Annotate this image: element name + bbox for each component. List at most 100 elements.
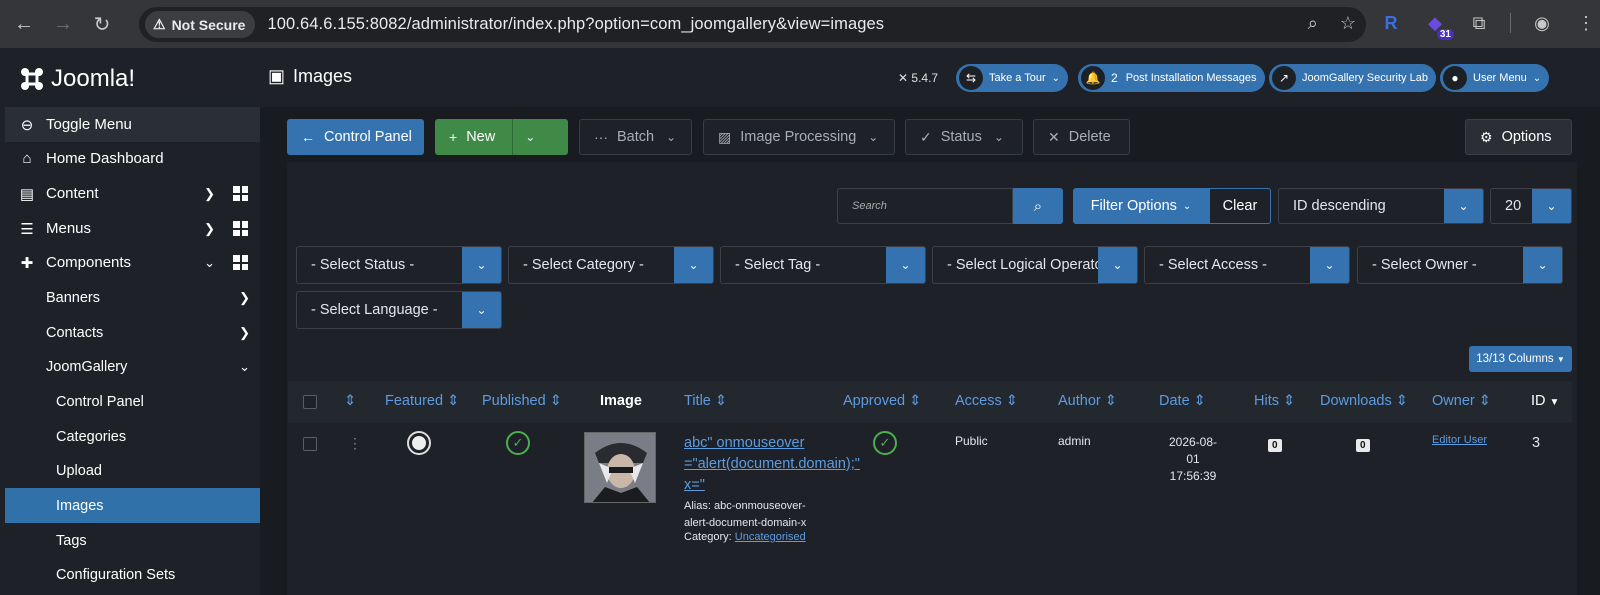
select-all-checkbox[interactable] xyxy=(303,395,317,409)
date-value: 2026-08-01 17:56:39 xyxy=(1163,434,1223,485)
sidebar-item-banners[interactable]: Banners ❯ xyxy=(5,280,260,315)
security-lab-button[interactable]: ↗ JoomGallery Security Lab xyxy=(1269,64,1436,92)
col-downloads[interactable]: Downloads ⇕ xyxy=(1320,393,1408,409)
col-hits[interactable]: Hits ⇕ xyxy=(1254,393,1295,409)
published-check-icon[interactable]: ✓ xyxy=(506,431,530,455)
sidebar-item-components[interactable]: ✚ Components ⌄ xyxy=(5,245,260,280)
sidebar-item-configuration-sets[interactable]: Configuration Sets xyxy=(5,557,260,592)
sidebar-item-control-panel[interactable]: Control Panel xyxy=(5,384,260,419)
chevron-right-icon[interactable]: ❯ xyxy=(204,186,215,202)
owner-link[interactable]: Editor User xyxy=(1432,434,1487,446)
image-thumbnail[interactable] xyxy=(584,432,656,503)
address-bar[interactable]: ⚠ Not Secure 100.64.6.155:8082/administr… xyxy=(139,7,1366,42)
ordering-select[interactable]: ID descending ⌄ xyxy=(1278,188,1484,224)
status-filter[interactable]: - Select Status - ⌄ xyxy=(296,246,502,284)
col-approved[interactable]: Approved ⇕ xyxy=(843,393,921,409)
security-chip[interactable]: ⚠ Not Secure xyxy=(145,11,256,38)
sidebar-item-toggle-menu[interactable]: ⊖ Toggle Menu xyxy=(5,107,260,142)
col-featured[interactable]: Featured ⇕ xyxy=(385,393,459,409)
col-title[interactable]: Title ⇕ xyxy=(684,393,727,409)
page-header: ▣ Images ✕ 5.4.7 ⇆ Take a Tour ⌄ 🔔 2 Pos… xyxy=(260,48,1600,107)
options-button[interactable]: ⚙ Options xyxy=(1465,119,1572,155)
search-input[interactable]: Search xyxy=(837,188,1013,224)
chevron-down-icon[interactable]: ⌄ xyxy=(204,255,215,271)
col-id[interactable]: ID ▼ xyxy=(1531,393,1559,409)
drag-handle-icon[interactable]: ⋮ xyxy=(348,435,362,452)
owner-filter[interactable]: - Select Owner - ⌄ xyxy=(1357,246,1563,284)
forward-icon[interactable]: → xyxy=(48,9,78,39)
extension-badge-count: 31 xyxy=(1436,29,1454,40)
col-date[interactable]: Date ⇕ xyxy=(1159,393,1206,409)
caret-down-icon: ⌄ xyxy=(1182,200,1192,212)
search-button[interactable]: ⌕ xyxy=(1013,188,1063,224)
language-filter[interactable]: - Select Language - ⌄ xyxy=(296,291,502,329)
search-icon: ⌕ xyxy=(1033,197,1043,215)
zoom-icon[interactable]: ⌕ xyxy=(1308,13,1318,34)
sidebar-item-label: Categories xyxy=(56,428,127,445)
chevron-right-icon[interactable]: ❯ xyxy=(239,325,250,341)
close-icon: ✕ xyxy=(1048,128,1060,145)
post-installation-button[interactable]: 🔔 2 Post Installation Messages xyxy=(1078,64,1265,92)
sidebar-item-label: Control Panel xyxy=(56,393,144,410)
reload-icon[interactable]: ↻ xyxy=(87,9,117,39)
dashboard-grid-icon[interactable] xyxy=(233,186,248,201)
col-published[interactable]: Published ⇕ xyxy=(482,393,562,409)
clear-button[interactable]: Clear xyxy=(1209,188,1271,224)
sidebar-item-menus[interactable]: ☰ Menus ❯ xyxy=(5,211,260,246)
table-header: ⇕ Featured ⇕ Published ⇕ Image Title ⇕ A… xyxy=(288,381,1572,423)
sidebar-item-tags[interactable]: Tags xyxy=(5,523,260,558)
col-author[interactable]: Author ⇕ xyxy=(1058,393,1117,409)
joomla-logo[interactable]: Joomla! xyxy=(17,64,135,94)
page-title: ▣ Images xyxy=(268,66,352,87)
row-checkbox[interactable] xyxy=(303,437,317,451)
filter-options-button[interactable]: Filter Options ⌄ xyxy=(1073,188,1209,224)
back-icon[interactable]: ← xyxy=(9,9,39,39)
category-filter[interactable]: - Select Category - ⌄ xyxy=(508,246,714,284)
kebab-menu-icon[interactable]: ⋮ xyxy=(1573,10,1599,36)
logo-text: Joomla! xyxy=(51,65,136,92)
logical-operator-filter[interactable]: - Select Logical Operator -⌄ xyxy=(932,246,1138,284)
extension-badge-icon[interactable]: ◆ 31 xyxy=(1422,10,1454,40)
columns-button[interactable]: 13/13 Columns ▼ xyxy=(1469,346,1572,372)
extension-r-icon[interactable]: R xyxy=(1378,10,1404,36)
approved-check-icon[interactable]: ✓ xyxy=(873,431,897,455)
sidebar-item-upload[interactable]: Upload xyxy=(5,453,260,488)
dashboard-grid-icon[interactable] xyxy=(233,255,248,270)
category-link[interactable]: Uncategorised xyxy=(735,531,806,543)
image-title-link[interactable]: abc" onmouseover ="alert(document.domain… xyxy=(684,433,860,496)
chevron-down-icon: ⌄ xyxy=(1310,247,1349,283)
bookmark-star-icon[interactable]: ☆ xyxy=(1340,13,1356,34)
take-tour-button[interactable]: ⇆ Take a Tour ⌄ xyxy=(956,64,1069,92)
sort-icon: ⇕ xyxy=(1478,393,1491,409)
user-menu-button[interactable]: ● User Menu ⌄ xyxy=(1440,64,1550,92)
sidebar-item-joomgallery[interactable]: JoomGallery ⌄ xyxy=(5,349,260,384)
divider xyxy=(512,119,514,155)
limit-select[interactable]: 20 ⌄ xyxy=(1490,188,1572,224)
status-button[interactable]: ✓ Status ⌄ xyxy=(905,119,1023,155)
image-processing-button[interactable]: ▨ Image Processing ⌄ xyxy=(703,119,895,155)
post-install-count: 2 xyxy=(1111,71,1118,85)
puzzle-icon[interactable]: ⧉ xyxy=(1466,10,1492,36)
sidebar-item-home-dashboard[interactable]: ⌂ Home Dashboard xyxy=(5,141,260,176)
tag-filter[interactable]: - Select Tag - ⌄ xyxy=(720,246,926,284)
featured-toggle-icon[interactable] xyxy=(407,431,431,455)
url-text[interactable]: 100.64.6.155:8082/administrator/index.ph… xyxy=(267,15,884,34)
ordering-sort-icon[interactable]: ⇕ xyxy=(344,393,356,409)
col-access[interactable]: Access ⇕ xyxy=(955,393,1018,409)
sidebar-item-images[interactable]: Images xyxy=(5,488,260,523)
sidebar-item-contacts[interactable]: Contacts ❯ xyxy=(5,315,260,350)
chevron-down-icon[interactable]: ⌄ xyxy=(239,359,250,375)
dashboard-grid-icon[interactable] xyxy=(233,221,248,236)
col-owner[interactable]: Owner ⇕ xyxy=(1432,393,1491,409)
chevron-right-icon[interactable]: ❯ xyxy=(204,221,215,237)
profile-icon[interactable]: ◉ xyxy=(1529,10,1555,36)
delete-button[interactable]: ✕ Delete xyxy=(1033,119,1130,155)
chevron-down-icon[interactable]: ⌄ xyxy=(525,130,535,144)
chevron-right-icon[interactable]: ❯ xyxy=(239,290,250,306)
sidebar-item-content[interactable]: ▤ Content ❯ xyxy=(5,176,260,211)
new-button[interactable]: + New ⌄ xyxy=(435,119,568,155)
access-filter[interactable]: - Select Access - ⌄ xyxy=(1144,246,1350,284)
batch-button[interactable]: ··· Batch ⌄ xyxy=(579,119,692,155)
control-panel-button[interactable]: ← Control Panel xyxy=(287,119,424,155)
sidebar-item-categories[interactable]: Categories xyxy=(5,419,260,454)
